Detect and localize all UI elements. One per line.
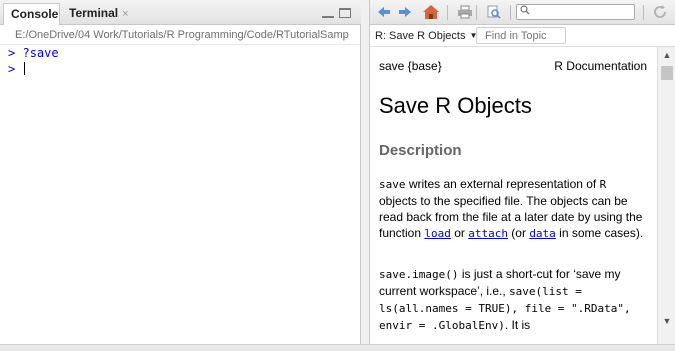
topic-dropdown[interactable]: R: Save R Objects ▼ [375,25,477,46]
help-pane: R: Save R Objects▼ save {base} R Documen… [369,0,675,351]
scrollbar-thumb[interactable] [661,66,673,80]
link-attach[interactable]: attach [468,227,508,240]
doc-package-label: save {base} [379,59,442,73]
code-save-image: save.image() [379,268,459,281]
scroll-up-arrow-icon[interactable]: ▲ [658,47,675,63]
doc-r-documentation-label: R Documentation [554,59,647,73]
console-input-line[interactable]: > [8,61,26,77]
pane-splitter[interactable] [361,0,369,351]
tab-console-label: Console [11,7,59,21]
toolbar-separator [476,5,477,20]
print-icon[interactable] [457,4,473,20]
help-scrollbar[interactable]: ▲ ▼ [657,47,675,351]
help-search-box[interactable] [516,4,635,20]
help-toolbar [370,0,675,25]
search-icon [520,5,530,19]
help-topic-bar: R: Save R Objects ▼ [370,25,675,47]
find-page-icon[interactable] [486,4,502,20]
text-run: writes an external representation of [405,177,600,191]
toolbar-separator [643,5,644,20]
home-icon[interactable] [422,4,439,20]
console-pane: Console Terminal × E:/OneDrive/04 Work/Tu… [0,0,361,351]
close-icon[interactable]: × [122,8,128,20]
minimize-pane-button[interactable] [322,8,334,18]
tab-terminal[interactable]: Terminal × [62,3,130,25]
link-load[interactable]: load [424,227,451,240]
description-paragraph: save writes an external representation o… [379,176,647,242]
section-heading-description: Description [379,142,462,159]
console-prompt: > [8,46,16,60]
doc-header: save {base} R Documentation [379,58,647,74]
text-run: in some cases). [555,226,644,240]
refresh-icon[interactable] [652,4,668,20]
find-in-topic-input[interactable] [476,27,566,44]
scroll-down-arrow-icon[interactable]: ▼ [658,313,675,329]
help-content-viewport[interactable]: save {base} R Documentation Save R Objec… [370,47,657,351]
console-tab-bar: Console Terminal × [0,0,361,25]
page-title: Save R Objects [379,93,532,118]
bottom-pane-border [0,344,675,351]
forward-arrow-icon[interactable] [397,4,413,20]
console-output[interactable]: > ?save > [0,45,360,351]
console-command: ?save [22,46,59,60]
code-r: R [599,178,607,191]
tab-terminal-label: Terminal [69,6,119,20]
text-run: or [450,226,469,240]
toolbar-separator [510,5,511,20]
console-prompt: > [8,62,16,76]
topic-dropdown-label: R: Save R Objects [375,30,466,42]
help-search-input[interactable] [533,6,631,18]
link-data[interactable]: data [529,227,556,240]
description-paragraph: save.image() is just a short-cut for ‘sa… [379,266,647,334]
maximize-pane-button[interactable] [339,8,351,18]
text-run: (or [507,226,530,240]
text-run: . It is [504,318,531,332]
toolbar-separator [447,5,448,20]
back-arrow-icon[interactable] [376,4,392,20]
console-line: > ?save [8,45,59,61]
code-save: save [379,178,406,191]
text-cursor [24,62,26,75]
tab-console[interactable]: Console [3,3,60,25]
working-directory-path[interactable]: E:/OneDrive/04 Work/Tutorials/R Programm… [0,25,360,45]
